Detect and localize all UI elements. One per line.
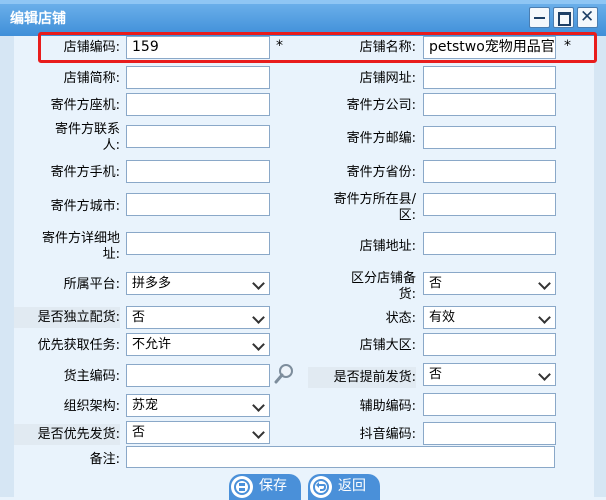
highlight-box <box>38 32 597 63</box>
sender-city-input[interactable] <box>126 193 270 216</box>
priority-task-label: 优先获取任务: <box>37 338 120 353</box>
aux-code-label: 辅助编码: <box>359 399 416 414</box>
close-icon: ✕ <box>580 7 595 27</box>
minimize-button[interactable] <box>529 7 550 28</box>
priority-ship-value: 否 <box>132 425 146 440</box>
left-border <box>0 36 14 497</box>
save-icon <box>231 476 253 498</box>
priority-ship-select[interactable]: 否 <box>126 421 270 444</box>
store-url-input[interactable] <box>423 66 556 89</box>
sender-contact-label-wrap: 人: <box>102 138 120 153</box>
org-value: 苏宠 <box>132 398 159 413</box>
sender-county-label: 寄件方所在县/ <box>333 192 416 207</box>
remark-input[interactable] <box>126 446 555 468</box>
aux-code-input[interactable] <box>423 393 556 416</box>
priority-ship-label: 是否优先发货: <box>14 424 120 445</box>
douyin-code-label: 抖音编码: <box>359 427 416 442</box>
platform-select[interactable]: 拼多多 <box>126 272 270 295</box>
priority-task-value: 不允许 <box>132 337 172 352</box>
sender-zip-input[interactable] <box>423 126 556 149</box>
window-titlebar: 编辑店铺 ✕ <box>0 0 606 36</box>
right-border <box>594 36 606 497</box>
chevron-down-icon <box>252 277 265 290</box>
sender-province-label: 寄件方省份: <box>346 165 416 180</box>
distinguish-stock-label: 区分店铺备 <box>350 271 416 286</box>
chevron-down-icon <box>538 311 551 324</box>
status-label: 状态: <box>385 311 416 326</box>
early-ship-label: 是否提前发货: <box>308 367 416 388</box>
priority-task-select[interactable]: 不允许 <box>126 333 270 356</box>
back-icon <box>310 476 332 498</box>
sender-mobile-label: 寄件方手机: <box>50 165 120 180</box>
sender-address-input[interactable] <box>126 232 270 255</box>
distinguish-stock-value: 否 <box>429 276 443 291</box>
minimize-icon <box>534 17 545 19</box>
window-title: 编辑店铺 <box>10 11 66 27</box>
sender-address-label: 寄件方详细地 <box>41 231 120 246</box>
maximize-icon <box>558 12 571 26</box>
titlebar-strip <box>0 0 606 4</box>
store-short-input[interactable] <box>126 66 270 89</box>
save-label: 保存 <box>259 478 287 494</box>
douyin-code-input[interactable] <box>423 422 556 445</box>
status-value: 有效 <box>429 310 456 325</box>
sender-contact-label: 寄件方联系 <box>54 122 120 137</box>
sender-company-label: 寄件方公司: <box>346 98 416 113</box>
platform-label: 所属平台: <box>63 277 120 292</box>
distinguish-stock-select[interactable]: 否 <box>423 272 556 295</box>
owner-code-label: 货主编码: <box>63 369 120 384</box>
sender-zip-label: 寄件方邮编: <box>346 131 416 146</box>
sender-company-input[interactable] <box>423 93 556 116</box>
search-icon[interactable] <box>274 362 296 384</box>
independent-dispatch-select[interactable]: 否 <box>126 306 270 329</box>
owner-code-input[interactable] <box>126 364 270 387</box>
sender-landline-input[interactable] <box>126 93 270 116</box>
chevron-down-icon <box>252 426 265 439</box>
org-label: 组织架构: <box>63 399 120 414</box>
sender-mobile-input[interactable] <box>126 160 270 183</box>
early-ship-select[interactable]: 否 <box>423 363 556 386</box>
sender-city-label: 寄件方城市: <box>50 199 120 214</box>
store-short-label: 店铺简称: <box>63 71 120 86</box>
maximize-button[interactable] <box>553 7 574 28</box>
chevron-down-icon <box>252 399 265 412</box>
store-address-input[interactable] <box>423 232 556 255</box>
sender-landline-label: 寄件方座机: <box>50 98 120 113</box>
status-select[interactable]: 有效 <box>423 306 556 329</box>
remark-label: 备注: <box>89 452 120 467</box>
chevron-down-icon <box>252 311 265 324</box>
platform-value: 拼多多 <box>132 276 172 291</box>
back-button[interactable]: 返回 <box>308 474 380 500</box>
sender-province-input[interactable] <box>423 160 556 183</box>
distinguish-stock-label-wrap: 货: <box>398 287 416 302</box>
store-address-label: 店铺地址: <box>359 239 416 254</box>
chevron-down-icon <box>538 277 551 290</box>
sender-county-label-wrap: 区: <box>398 208 416 223</box>
store-region-input[interactable] <box>423 333 556 356</box>
early-ship-value: 否 <box>429 367 443 382</box>
org-select[interactable]: 苏宠 <box>126 394 270 417</box>
chevron-down-icon <box>252 338 265 351</box>
sender-contact-input[interactable] <box>126 125 270 148</box>
back-label: 返回 <box>338 478 366 494</box>
sender-county-input[interactable] <box>423 193 556 216</box>
independent-dispatch-value: 否 <box>132 310 146 325</box>
store-url-label: 店铺网址: <box>359 71 416 86</box>
chevron-down-icon <box>538 368 551 381</box>
close-button[interactable]: ✕ <box>577 7 598 28</box>
save-button[interactable]: 保存 <box>229 474 301 500</box>
store-region-label: 店铺大区: <box>359 338 416 353</box>
independent-dispatch-label: 是否独立配货: <box>14 307 120 328</box>
sender-address-label-wrap: 址: <box>102 247 120 262</box>
